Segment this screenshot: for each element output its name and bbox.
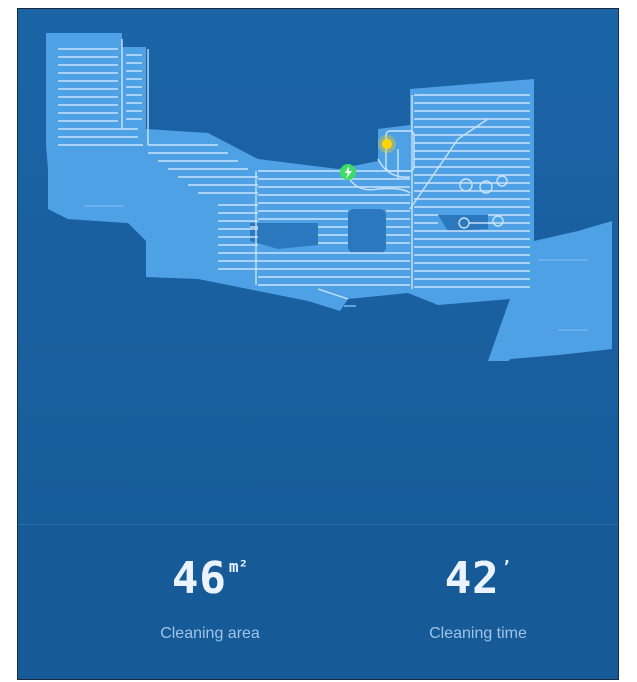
cleaning-time-label: Cleaning time xyxy=(429,625,527,642)
cleaning-stats-panel: 46 m² Cleaning area 42’ Cleaning time xyxy=(18,525,618,679)
floor-regions xyxy=(46,33,612,361)
cleaning-time-stat: 42’ Cleaning time xyxy=(378,555,578,643)
cleaning-area-stat: 46 m² Cleaning area xyxy=(110,555,310,643)
robot-position-marker[interactable] xyxy=(378,135,396,153)
charging-dock-marker[interactable] xyxy=(340,164,356,180)
cleaning-time-unit: ’ xyxy=(501,557,512,576)
cleaning-area-label: Cleaning area xyxy=(160,625,260,642)
cleaning-map[interactable] xyxy=(18,9,618,524)
floor-map-svg xyxy=(46,33,612,361)
cleaning-area-value: 46 xyxy=(171,553,227,604)
cleaning-area-unit: m² xyxy=(228,557,249,576)
cleaning-time-value: 42 xyxy=(444,553,500,604)
app-screen: 46 m² Cleaning area 42’ Cleaning time xyxy=(17,8,619,680)
